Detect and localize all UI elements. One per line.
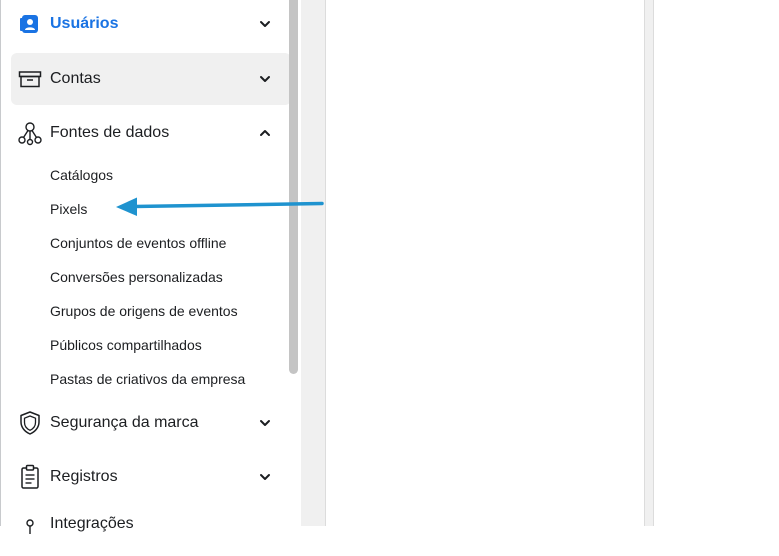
annotation-arrow (116, 197, 324, 216)
